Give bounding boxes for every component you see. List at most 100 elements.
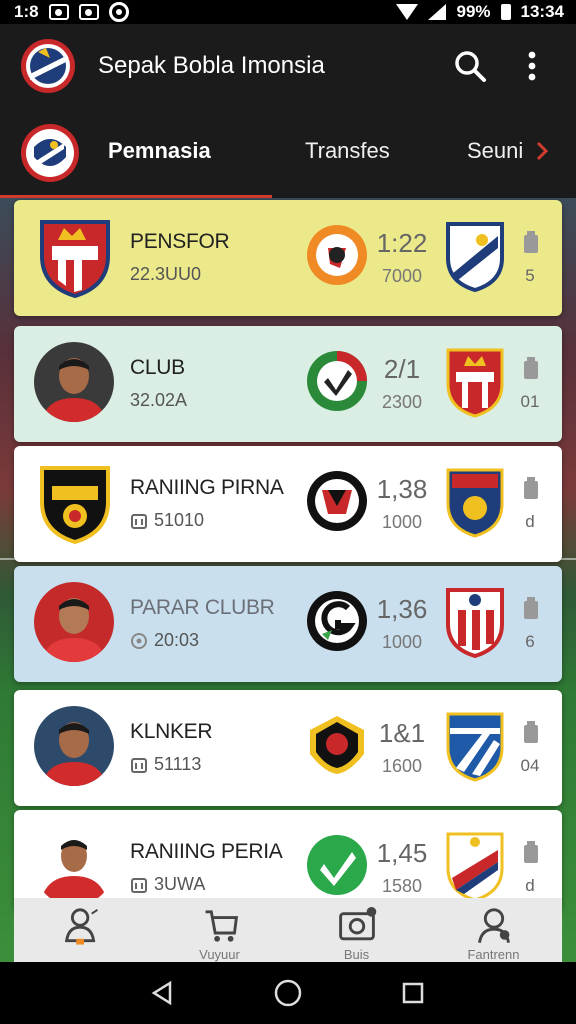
player-avatar (34, 706, 114, 786)
cart-icon (205, 910, 238, 942)
match-card[interactable]: CLUB 32.02A 2/1 2300 01 (14, 326, 562, 442)
nav-item-media[interactable]: Buis (288, 898, 425, 962)
wifi-icon (396, 4, 419, 20)
profile-icon (64, 908, 98, 945)
club-meta: 20:03 (130, 630, 199, 651)
match-card[interactable]: RANIING PERIA 3UWA 1,45 1580 d (14, 810, 562, 910)
club-shield-icon (446, 712, 504, 782)
home-button[interactable] (273, 978, 303, 1008)
match-count: 5 (525, 266, 535, 285)
nav-label: Vuyuur (199, 946, 240, 962)
nav-item-cart[interactable]: Vuyuur (151, 898, 288, 962)
club-meta-value: 51113 (154, 754, 202, 774)
club-meta-value: 51010 (154, 510, 205, 530)
club-meta: 22.3UU0 (130, 264, 201, 285)
club-meta: 3UWA (130, 874, 205, 895)
trash-icon[interactable] (522, 596, 540, 620)
opponent-logo-icon (307, 835, 367, 895)
club-shield-icon (446, 222, 504, 293)
camera-icon (78, 4, 99, 20)
opponent-logo-icon (307, 225, 367, 285)
search-icon (455, 51, 486, 82)
club-name: CLUB (130, 356, 185, 379)
match-score: 1:22 (376, 228, 428, 258)
club-shield-icon (446, 588, 504, 659)
match-score: 2/1 (383, 354, 421, 384)
club-meta: 51010 (130, 510, 204, 531)
match-card[interactable]: PARAR CLUBR 20:03 1,36 1000 6 (14, 566, 562, 682)
app-logo-icon (21, 39, 75, 93)
back-button[interactable] (148, 978, 178, 1008)
opponent-logo-icon (310, 716, 364, 774)
club-crest-icon (40, 466, 110, 545)
tab-pemnasia[interactable]: Pemnasia (108, 138, 211, 164)
player-avatar (34, 582, 114, 662)
match-score: 1,36 (376, 594, 428, 624)
player-avatar (34, 342, 114, 422)
chevron-right-icon[interactable] (532, 138, 552, 164)
calendar-icon (131, 513, 147, 529)
nav-label: Fantrenn (467, 946, 520, 962)
status-left: 1:8 (14, 2, 129, 22)
club-shield-icon (446, 468, 504, 538)
club-name: KLNKER (130, 720, 213, 743)
trash-icon[interactable] (522, 230, 540, 254)
club-shield-icon (446, 832, 504, 902)
match-count: d (525, 876, 535, 895)
more-vert-icon (528, 51, 536, 81)
bottom-nav: Vuyuur Buis Fantrenn (14, 898, 562, 962)
match-score: 1,38 (376, 474, 428, 504)
club-name: RANIING PERIA (130, 840, 283, 863)
media-icon (338, 906, 376, 941)
recents-button[interactable] (398, 978, 428, 1008)
match-odds: 7000 (381, 266, 423, 286)
calendar-icon (131, 632, 147, 649)
app-bar: Sepak Bobla Imonsia (0, 24, 576, 108)
search-button[interactable] (446, 42, 494, 90)
match-card[interactable]: RANIING PIRNA 51010 1,38 1000 d (14, 446, 562, 562)
trash-icon[interactable] (522, 840, 540, 864)
mail-icon (48, 4, 69, 20)
match-odds: 1000 (381, 512, 423, 532)
player-photo-icon (34, 582, 114, 662)
record-icon (108, 2, 129, 22)
trash-icon[interactable] (522, 720, 540, 744)
player-avatar (34, 826, 114, 906)
tab-bar: Pemnasia Transfes Seuni (0, 108, 576, 198)
match-score: 1&1 (378, 718, 426, 748)
opponent-logo-icon (307, 351, 367, 411)
opponent-logo-icon (307, 471, 367, 531)
club-name: RANIING PIRNA (130, 476, 284, 499)
status-clock: 13:34 (520, 2, 564, 21)
club-name: PENSFOR (130, 230, 230, 253)
status-time-left: 1:8 (14, 2, 39, 21)
club-meta-value: 22.3UU0 (130, 264, 202, 284)
tab-transfes[interactable]: Transfes (305, 138, 390, 164)
match-card[interactable]: KLNKER 51113 1&1 1600 04 (14, 690, 562, 806)
club-meta-value: 20:03 (154, 630, 200, 650)
calendar-icon (131, 877, 147, 893)
calendar-icon (131, 757, 147, 773)
match-count: 01 (520, 392, 540, 411)
status-bar: 1:8 99% 13:34 (0, 0, 576, 24)
match-score: 1,45 (376, 838, 428, 868)
home-circle-icon (274, 979, 302, 1007)
battery-icon (500, 4, 511, 20)
status-right: 99% 13:34 (396, 2, 564, 22)
user-icon (477, 908, 510, 943)
match-count: 6 (525, 632, 535, 651)
trash-icon[interactable] (522, 476, 540, 500)
tab-seuni[interactable]: Seuni (467, 138, 523, 164)
match-odds: 2300 (381, 392, 423, 412)
match-count: d (525, 512, 535, 531)
nav-item-profile[interactable] (14, 898, 151, 962)
nav-item-user[interactable]: Fantrenn (425, 898, 562, 962)
club-name: PARAR CLUBR (130, 596, 275, 619)
match-card[interactable]: PENSFOR 22.3UU0 1:22 7000 5 (14, 200, 562, 316)
back-triangle-icon (151, 980, 171, 1006)
more-button[interactable] (508, 42, 556, 90)
trash-icon[interactable] (522, 356, 540, 380)
club-meta: 32.02A (130, 390, 187, 411)
player-photo-icon (34, 826, 114, 906)
match-odds: 1580 (381, 876, 423, 896)
